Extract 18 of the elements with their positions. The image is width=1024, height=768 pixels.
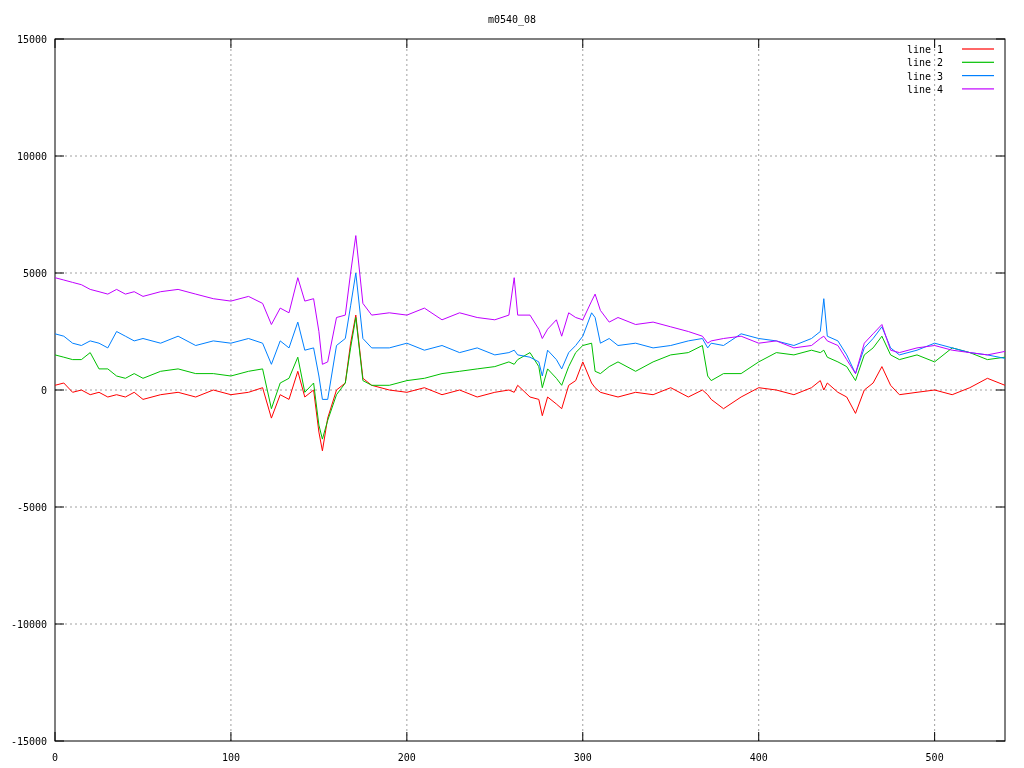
legend-label: line 1 bbox=[906, 44, 943, 55]
x-axis-tick-label: 300 bbox=[573, 752, 592, 763]
y-axis-tick-label: -5000 bbox=[16, 502, 47, 513]
x-axis-tick-label: 400 bbox=[749, 752, 768, 763]
y-axis-tick-label: -10000 bbox=[10, 619, 47, 630]
x-axis-tick-label: 200 bbox=[397, 752, 416, 763]
y-axis-tick-label: 0 bbox=[40, 385, 47, 396]
x-axis-tick-label: 0 bbox=[52, 752, 58, 763]
legend-label: line 2 bbox=[906, 57, 943, 69]
legend-label: line 3 bbox=[906, 70, 943, 82]
y-axis-tick-label: 15000 bbox=[16, 34, 47, 45]
legend-label: line 4 bbox=[906, 83, 943, 95]
x-axis-tick-label: 100 bbox=[221, 752, 240, 763]
x-axis-tick-label: 500 bbox=[925, 752, 944, 763]
y-axis-tick-label: 5000 bbox=[22, 268, 47, 279]
y-axis-tick-label: 10000 bbox=[16, 151, 47, 162]
y-axis-tick-label: -15000 bbox=[10, 736, 47, 747]
chart-title: m0540_08 bbox=[487, 14, 537, 25]
